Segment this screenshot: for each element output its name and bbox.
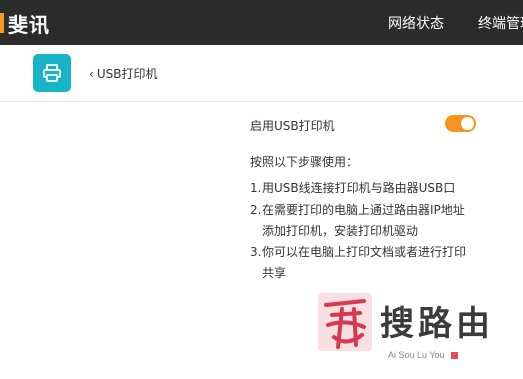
step-number: 1. bbox=[250, 181, 262, 195]
printer-icon bbox=[33, 54, 71, 92]
steps-title: 按照以下步骤使用： bbox=[250, 155, 359, 169]
step-text: 在需要打印的电脑上通过路由器IP地址 bbox=[262, 203, 465, 217]
step-item: 3.你可以在电脑上打印文档或者进行打印 共享 bbox=[250, 242, 466, 284]
enable-usb-printer-toggle[interactable] bbox=[445, 115, 476, 132]
page-header: ‹ USB打印机 bbox=[0, 45, 523, 102]
step-number: 2. bbox=[250, 203, 262, 217]
chevron-left-icon: ‹ bbox=[89, 67, 94, 81]
back-link[interactable]: ‹ USB打印机 bbox=[89, 65, 157, 82]
step-number: 3. bbox=[250, 245, 262, 259]
nav-network-status[interactable]: 网络状态 bbox=[388, 13, 444, 33]
watermark-text: 搜路由 bbox=[380, 304, 494, 344]
step-item: 1.用USB线连接打印机与路由器USB口 bbox=[250, 178, 455, 199]
nav-terminal-management[interactable]: 终端管理 bbox=[478, 13, 523, 33]
step-text: 你可以在电脑上打印文档或者进行打印 bbox=[262, 245, 467, 259]
back-label: USB打印机 bbox=[96, 67, 158, 81]
watermark-subtitle: Ai Sou Lu You bbox=[388, 350, 445, 360]
brand-accent-bar bbox=[0, 13, 4, 33]
step-item: 2.在需要打印的电脑上通过路由器IP地址 添加打印机，安装打印机驱动 bbox=[250, 200, 465, 242]
enable-usb-printer-label: 启用USB打印机 bbox=[250, 119, 335, 133]
watermark-dot bbox=[451, 352, 458, 359]
toggle-knob bbox=[461, 117, 474, 130]
step-text-continued: 添加打印机，安装打印机驱动 bbox=[262, 224, 419, 238]
step-text-continued: 共享 bbox=[262, 266, 287, 280]
brand-logo: 斐讯 bbox=[8, 13, 50, 37]
watermark-seal bbox=[312, 289, 378, 355]
step-text: 用USB线连接打印机与路由器USB口 bbox=[262, 181, 456, 195]
top-bar: 斐讯 网络状态 终端管理 bbox=[0, 0, 523, 45]
